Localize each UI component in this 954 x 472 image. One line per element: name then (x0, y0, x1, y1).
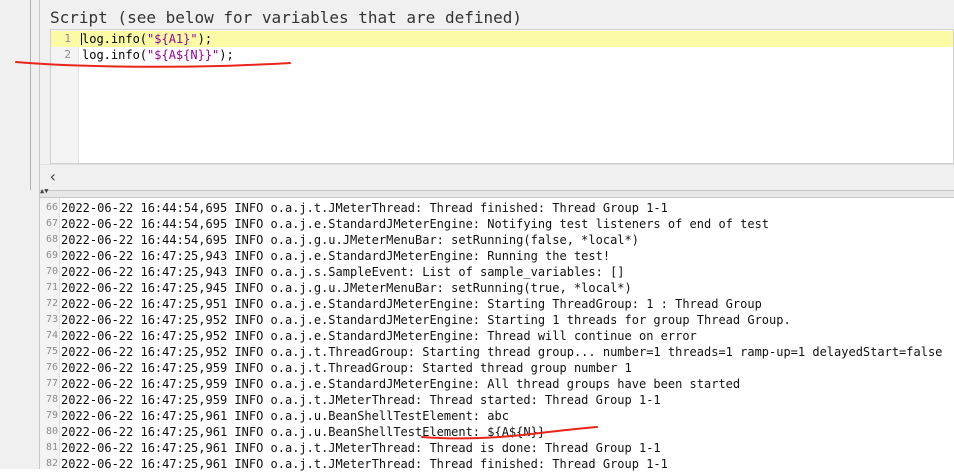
log-line: 76 2022-06-22 16:47:25,959 INFO o.a.j.t.T… (40, 360, 954, 376)
log-line-number: 68 (45, 234, 58, 245)
log-line-number: 78 (45, 394, 58, 405)
code-line[interactable]: 2 log.info("${A${N}}"); (51, 47, 953, 63)
log-line: 74 2022-06-22 16:47:25,952 INFO o.a.j.e.S… (40, 328, 954, 344)
log-line-text: 2022-06-22 16:44:54,695 INFO o.a.j.e.Sta… (61, 217, 770, 231)
log-line: 66 2022-06-22 16:44:54,695 INFO o.a.j.t.J… (40, 200, 954, 216)
log-line-number: 77 (45, 378, 58, 389)
log-line-number: 73 (45, 314, 58, 325)
log-line-number: 75 (45, 346, 58, 357)
log-line-number: 72 (45, 298, 58, 309)
log-line-number: 79 (45, 410, 58, 421)
log-line-text: 2022-06-22 16:47:25,952 INFO o.a.j.e.Sta… (61, 329, 697, 343)
log-line: 78 2022-06-22 16:47:25,959 INFO o.a.j.t.J… (40, 392, 954, 408)
log-line-text: 2022-06-22 16:47:25,952 INFO o.a.j.e.Sta… (61, 313, 791, 327)
log-line-text: 2022-06-22 16:44:54,695 INFO o.a.j.t.JMe… (61, 201, 668, 215)
log-line-number: 81 (45, 442, 58, 453)
script-editor[interactable]: 1 log.info("${A1}"); 2 log.info("${A${N}… (50, 29, 954, 164)
log-line: 77 2022-06-22 16:47:25,959 INFO o.a.j.e.S… (40, 376, 954, 392)
log-line-number: 66 (45, 202, 58, 213)
log-panel[interactable]: 66 2022-06-22 16:44:54,695 INFO o.a.j.t.J… (40, 198, 954, 472)
log-line-text: 2022-06-22 16:47:25,952 INFO o.a.j.t.Thr… (61, 345, 943, 359)
log-line-number: 76 (45, 362, 58, 373)
log-line: 79 2022-06-22 16:47:25,961 INFO o.a.j.u.B… (40, 408, 954, 424)
log-line-text: 2022-06-22 16:47:25,943 INFO o.a.j.e.Sta… (61, 249, 611, 263)
code-text: log.info("${A${N}}"); (82, 48, 234, 62)
log-line-number: 70 (45, 266, 58, 277)
log-line-text: 2022-06-22 16:47:25,961 INFO o.a.j.t.JMe… (61, 441, 661, 455)
log-line-text: 2022-06-22 16:47:25,951 INFO o.a.j.e.Sta… (61, 297, 762, 311)
horizontal-scrollbar[interactable]: ‹ (40, 164, 954, 190)
log-line: 69 2022-06-22 16:47:25,943 INFO o.a.j.e.S… (40, 248, 954, 264)
log-line-text: 2022-06-22 16:47:25,961 INFO o.a.j.u.Bea… (61, 409, 509, 423)
log-line-text: 2022-06-22 16:47:25,943 INFO o.a.j.s.Sam… (61, 265, 625, 279)
log-line: 71 2022-06-22 16:47:25,945 INFO o.a.j.g.u… (40, 280, 954, 296)
log-line: 70 2022-06-22 16:47:25,943 INFO o.a.j.s.S… (40, 264, 954, 280)
code-line[interactable]: 1 log.info("${A1}"); (51, 31, 953, 47)
log-line-text: 2022-06-22 16:47:25,961 INFO o.a.j.u.Bea… (61, 425, 546, 439)
log-line-number: 71 (45, 282, 58, 293)
log-line-number: 74 (45, 330, 58, 341)
log-line-text: 2022-06-22 16:47:25,945 INFO o.a.j.g.u.J… (61, 281, 632, 295)
splitter-arrows-icon[interactable]: ▲▼ (40, 188, 48, 195)
log-line-number: 69 (45, 250, 58, 261)
script-label: Script (see below for variables that are… (50, 8, 523, 27)
log-line-number: 67 (45, 218, 58, 229)
split-pane-divider[interactable] (40, 190, 954, 198)
chevron-left-icon[interactable]: ‹ (44, 168, 62, 186)
log-line: 68 2022-06-22 16:44:54,695 INFO o.a.j.g.u… (40, 232, 954, 248)
log-line: 80 2022-06-22 16:47:25,961 INFO o.a.j.u.B… (40, 424, 954, 440)
log-line-number: 80 (45, 426, 58, 437)
log-line: 72 2022-06-22 16:47:25,951 INFO o.a.j.e.S… (40, 296, 954, 312)
code-text: log.info("${A1}"); (82, 32, 213, 46)
log-line-text: 2022-06-22 16:44:54,695 INFO o.a.j.g.u.J… (61, 233, 639, 247)
log-line-text: 2022-06-22 16:47:25,959 INFO o.a.j.t.JMe… (61, 393, 661, 407)
line-number: 1 (64, 32, 71, 45)
script-panel: Script (see below for variables that are… (40, 0, 954, 190)
panel-divider (30, 0, 31, 190)
log-line: 82 2022-06-22 16:47:25,961 INFO o.a.j.t.J… (40, 456, 954, 472)
log-line: 67 2022-06-22 16:44:54,695 INFO o.a.j.e.S… (40, 216, 954, 232)
log-line-text: 2022-06-22 16:47:25,959 INFO o.a.j.e.Sta… (61, 377, 741, 391)
log-line-number: 82 (45, 458, 58, 469)
log-line-text: 2022-06-22 16:47:25,961 INFO o.a.j.t.JMe… (61, 457, 668, 471)
log-line: 73 2022-06-22 16:47:25,952 INFO o.a.j.e.S… (40, 312, 954, 328)
log-line: 75 2022-06-22 16:47:25,952 INFO o.a.j.t.T… (40, 344, 954, 360)
left-panel-strip (0, 0, 40, 469)
log-line: 81 2022-06-22 16:47:25,961 INFO o.a.j.t.J… (40, 440, 954, 456)
log-line-text: 2022-06-22 16:47:25,959 INFO o.a.j.t.Thr… (61, 361, 632, 375)
line-number: 2 (64, 48, 71, 61)
